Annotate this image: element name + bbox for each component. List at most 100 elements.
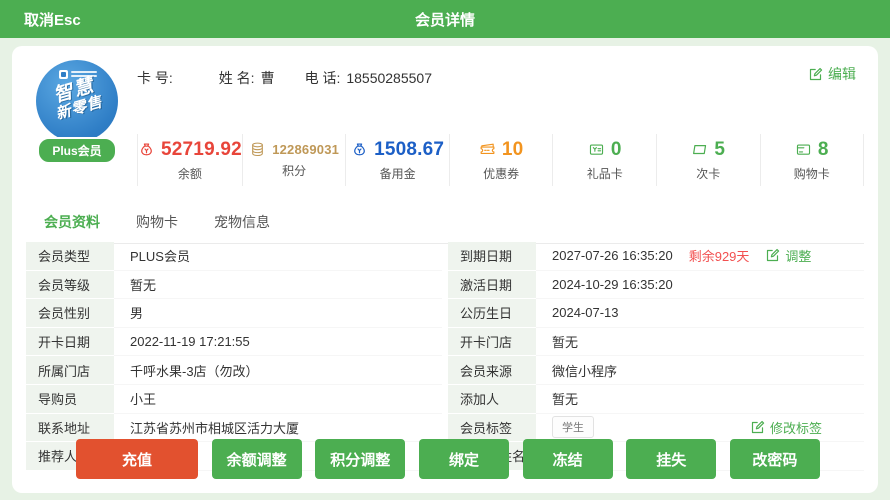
table-row: 公历生日 2024-07-13: [448, 299, 864, 328]
modify-tags-button[interactable]: 修改标签: [750, 418, 822, 437]
action-button-bar: 充值余额调整积分调整绑定冻结挂失改密码: [26, 439, 864, 479]
member-basic-info: 卡 号: 姓 名: 曹 电 话: 18550285507: [137, 68, 462, 88]
stat-giftcards[interactable]: 0 礼品卡: [552, 134, 656, 186]
remaining-days-text: 剩余929天: [689, 246, 750, 265]
stat-value: 122869031: [272, 142, 339, 157]
row-value: 小王: [130, 389, 156, 408]
row-value: 2022-11-19 17:21:55: [130, 334, 250, 349]
details-table: 会员类型PLUS会员会员等级暂无会员性别男开卡日期2022-11-19 17:2…: [26, 242, 864, 471]
bind-button[interactable]: 绑定: [419, 439, 509, 479]
stat-reserve[interactable]: 1508.67备用金: [345, 134, 449, 186]
stat-points[interactable]: 122869031 积分: [242, 134, 346, 186]
stat-label: 积分: [282, 162, 306, 179]
brand-logo-icon: 智慧 新零售: [36, 60, 118, 142]
ticket-icon: [479, 141, 496, 158]
edit-button-label: 编辑: [828, 64, 856, 84]
page-title: 会员详情: [0, 9, 890, 30]
member-level-badge: Plus会员: [37, 137, 116, 164]
cancel-button[interactable]: 取消Esc: [24, 9, 81, 30]
phone-label: 电 话:: [305, 68, 341, 88]
stat-label: 购物卡: [794, 165, 830, 182]
moneybag-icon: [138, 141, 155, 158]
card-icon: [691, 141, 708, 158]
giftcard-icon: [588, 141, 605, 158]
stat-value: 8: [818, 139, 829, 161]
row-value: 2024-10-29 16:35:20: [552, 277, 673, 292]
member-logo: 智慧 新零售 Plus会员: [34, 60, 120, 164]
row-label: 到期日期: [448, 242, 536, 271]
table-row: 会员类型 PLUS会员: [26, 242, 442, 271]
name-value: 曹: [261, 68, 275, 88]
row-label: 会员来源: [448, 356, 536, 385]
stat-label: 优惠券: [483, 165, 519, 182]
row-value: 微信小程序: [552, 361, 617, 380]
tag-chip: 学生: [552, 416, 594, 438]
member-detail-card: 智慧 新零售 Plus会员 卡 号: 姓 名: 曹 电 话: 185502855…: [12, 46, 878, 493]
stat-coupons[interactable]: 10 优惠券: [449, 134, 553, 186]
table-row: 激活日期 2024-10-29 16:35:20: [448, 271, 864, 300]
table-row: 开卡门店暂无: [448, 328, 864, 357]
stat-value: 0: [611, 139, 622, 161]
row-label: 导购员: [26, 385, 114, 414]
edit-icon: [765, 248, 780, 263]
details-right-column: 到期日期2027-07-26 16:35:20剩余929天调整激活日期 2024-…: [448, 242, 864, 471]
table-row: 到期日期2027-07-26 16:35:20剩余929天调整: [448, 242, 864, 271]
row-value: 暂无: [552, 332, 578, 351]
row-label: 添加人: [448, 385, 536, 414]
freeze-button[interactable]: 冻结: [523, 439, 613, 479]
row-value: 江苏省苏州市相城区活力大厦: [130, 418, 299, 437]
stat-balance[interactable]: 52719.92余额: [137, 134, 242, 186]
stat-value: 10: [502, 139, 524, 161]
moneybag-icon: [351, 141, 368, 158]
stat-timescards[interactable]: 5 次卡: [656, 134, 760, 186]
table-row: 会员性别男: [26, 299, 442, 328]
stat-value: 52719.92: [161, 139, 242, 161]
row-label: 激活日期: [448, 271, 536, 300]
stat-label: 次卡: [696, 165, 720, 182]
balance-adjust-button[interactable]: 余额调整: [212, 439, 302, 479]
coins-icon: [249, 141, 266, 158]
row-label: 开卡门店: [448, 328, 536, 357]
report-loss-button[interactable]: 挂失: [626, 439, 716, 479]
table-row: 导购员小王: [26, 385, 442, 414]
table-row: 会员等级暂无: [26, 271, 442, 300]
edit-icon: [750, 420, 765, 435]
stat-label: 备用金: [380, 165, 416, 182]
row-value: 2024-07-13: [552, 305, 619, 320]
recharge-button[interactable]: 充值: [76, 439, 198, 479]
details-left-column: 会员类型PLUS会员会员等级暂无会员性别男开卡日期2022-11-19 17:2…: [26, 242, 442, 471]
row-value: 暂无: [552, 389, 578, 408]
phone-value: 18550285507: [346, 70, 432, 86]
row-label: 所属门店: [26, 356, 114, 385]
points-adjust-button[interactable]: 积分调整: [315, 439, 405, 479]
tab-shopping-card[interactable]: 购物卡: [132, 203, 182, 243]
row-value: 暂无: [130, 275, 156, 294]
table-row: 开卡日期 2022-11-19 17:21:55: [26, 328, 442, 357]
stat-value: 5: [714, 139, 725, 161]
row-value: 千呼水果-3店（勿改）: [130, 361, 259, 380]
adjust-expiry-button[interactable]: 调整: [765, 246, 811, 265]
tab-pet-info[interactable]: 宠物信息: [210, 203, 274, 243]
change-password-button[interactable]: 改密码: [730, 439, 820, 479]
stat-label: 礼品卡: [587, 165, 623, 182]
table-row: 所属门店千呼水果-3店（勿改）: [26, 356, 442, 385]
row-label: 公历生日: [448, 299, 536, 328]
table-row: 会员标签学生 修改标签: [448, 414, 864, 443]
table-row: 会员来源微信小程序: [448, 356, 864, 385]
row-label: 会员标签: [448, 414, 536, 443]
row-label: 会员性别: [26, 299, 114, 328]
stats-row: 52719.92余额 122869031 积分 1508.67备用金 10 优惠券 0 礼品卡…: [137, 134, 864, 186]
edit-icon: [808, 67, 823, 82]
table-row: 联系地址江苏省苏州市相城区活力大厦: [26, 414, 442, 443]
tab-member-info[interactable]: 会员资料: [40, 203, 104, 244]
top-bar: 取消Esc 会员详情: [0, 0, 890, 38]
row-label: 会员等级: [26, 271, 114, 300]
row-label: 开卡日期: [26, 328, 114, 357]
shopcard-icon: [795, 141, 812, 158]
stat-shopcards[interactable]: 8 购物卡: [760, 134, 864, 186]
row-value: PLUS会员: [130, 246, 190, 265]
name-label: 姓 名:: [219, 68, 255, 88]
card-number-label: 卡 号:: [137, 68, 173, 88]
row-label: 会员类型: [26, 242, 114, 271]
edit-button[interactable]: 编辑: [808, 64, 856, 84]
